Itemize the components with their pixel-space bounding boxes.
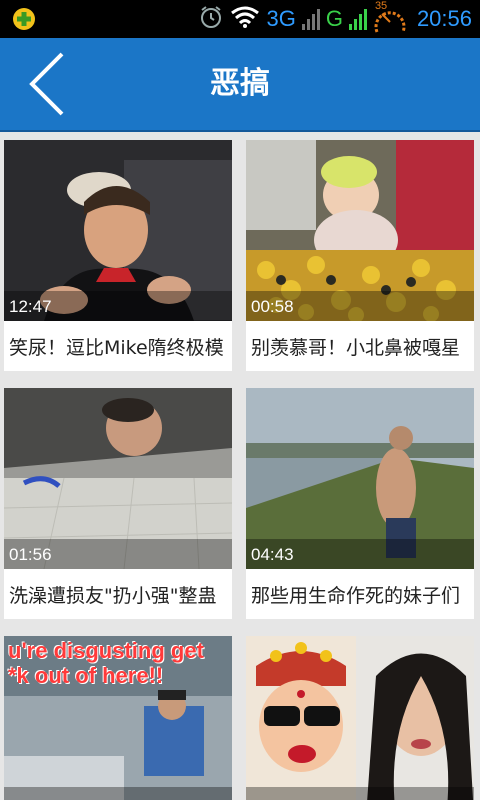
video-duration: 04:43: [251, 545, 294, 564]
title-bar: 恶搞: [0, 38, 480, 132]
video-thumbnail[interactable]: 01:56: [4, 388, 232, 569]
signal-3g-icon: [301, 8, 320, 30]
status-bar: 3G G 35 20:56: [0, 0, 480, 38]
battery-gauge-icon: 35: [373, 0, 407, 36]
video-thumbnail[interactable]: 04:43: [246, 388, 474, 569]
duration-strip: [4, 787, 232, 800]
video-card[interactable]: 12:47 笑尿！逗比Mike隋终极模: [4, 140, 232, 371]
video-card[interactable]: u're disgusting get *k out of here!!: [4, 636, 232, 800]
video-card[interactable]: 01:56 洗澡遭损友"扔小强"整蛊: [4, 388, 232, 619]
video-card[interactable]: [246, 636, 474, 800]
alarm-icon: [198, 4, 224, 34]
video-title[interactable]: 笑尿！逗比Mike隋终极模: [4, 321, 232, 371]
video-grid[interactable]: 12:47 笑尿！逗比Mike隋终极模 00:58 别羡慕哥！小北鼻被嘎星 01…: [0, 132, 480, 800]
network-3g-label: 3G: [266, 6, 296, 31]
page-title: 恶搞: [210, 66, 270, 101]
video-thumbnail[interactable]: 12:47: [4, 140, 232, 321]
video-title[interactable]: 洗澡遭损友"扔小强"整蛊: [4, 569, 232, 619]
video-card[interactable]: 00:58 别羡慕哥！小北鼻被嘎星: [246, 140, 474, 371]
video-thumbnail[interactable]: [246, 636, 474, 800]
overlay-line: u're disgusting get *k out of here!!: [8, 638, 204, 688]
duration-strip: [246, 787, 474, 800]
battery-level: 35: [374, 0, 388, 12]
video-duration: 01:56: [9, 545, 52, 564]
video-thumbnail[interactable]: 00:58: [246, 140, 474, 321]
clock-time: 20:56: [416, 6, 472, 31]
app-notification-icon: [12, 7, 36, 31]
video-thumbnail[interactable]: u're disgusting get *k out of here!!: [4, 636, 232, 800]
video-title[interactable]: 那些用生命作死的妹子们: [246, 569, 474, 619]
video-duration: 12:47: [9, 297, 52, 316]
network-g-label: G: [325, 6, 343, 31]
video-title[interactable]: 别羡慕哥！小北鼻被嘎星: [246, 321, 474, 371]
signal-g-icon: [348, 8, 367, 30]
wifi-icon: [230, 5, 260, 33]
video-duration: 00:58: [251, 297, 294, 316]
thumbnail-overlay-text: u're disgusting get *k out of here!!: [8, 638, 204, 688]
video-card[interactable]: 04:43 那些用生命作死的妹子们: [246, 388, 474, 619]
